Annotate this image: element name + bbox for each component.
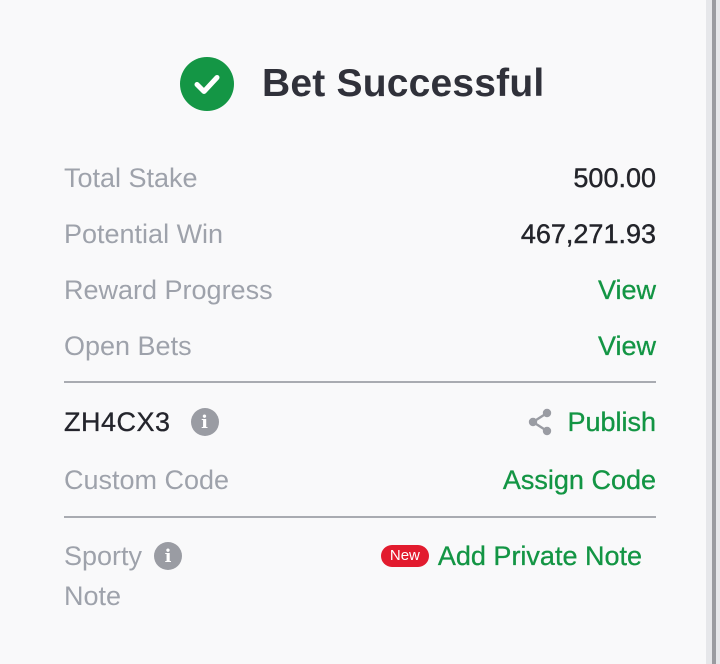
potential-win-label: Potential Win xyxy=(64,218,224,249)
add-private-note-label: Add Private Note xyxy=(437,540,642,571)
info-icon[interactable]: i xyxy=(190,408,219,436)
potential-win-value: 467,271.93 xyxy=(520,218,657,249)
info-icon[interactable]: i xyxy=(154,542,183,570)
sporty-note-label-line2: Note xyxy=(64,580,122,611)
check-circle-icon xyxy=(180,57,234,111)
bet-success-panel: Bet Successful Total Stake 500.00 Potent… xyxy=(0,0,706,664)
sporty-note-label-line1: Sporty xyxy=(64,540,143,571)
publish-button[interactable]: Publish xyxy=(525,406,656,438)
scrollbar[interactable] xyxy=(712,0,716,664)
divider xyxy=(64,516,656,518)
potential-win-row: Potential Win 467,271.93 xyxy=(64,214,656,254)
share-icon xyxy=(525,407,555,437)
reward-progress-row: Reward Progress View xyxy=(64,270,656,310)
open-bets-label: Open Bets xyxy=(64,330,192,361)
add-private-note-button[interactable]: New Add Private Note xyxy=(380,536,642,576)
open-bets-row: Open Bets View xyxy=(64,326,656,366)
custom-code-label: Custom Code xyxy=(64,464,230,495)
open-bets-view-link[interactable]: View xyxy=(598,330,656,362)
new-badge: New xyxy=(380,545,429,567)
total-stake-row: Total Stake 500.00 xyxy=(64,158,656,198)
booking-code: ZH4CX3 xyxy=(64,406,171,437)
page-title: Bet Successful xyxy=(262,62,545,105)
assign-code-link[interactable]: Assign Code xyxy=(503,464,656,496)
custom-code-row: Custom Code Assign Code xyxy=(64,460,656,500)
booking-code-row: ZH4CX3 i Publish xyxy=(64,402,656,442)
bet-success-header: Bet Successful xyxy=(180,56,544,112)
divider xyxy=(64,381,656,383)
sporty-note-label-group: Sporty i Note xyxy=(64,536,183,616)
publish-label: Publish xyxy=(567,406,656,437)
reward-progress-label: Reward Progress xyxy=(64,274,273,305)
booking-code-group: ZH4CX3 i xyxy=(64,406,219,438)
total-stake-label: Total Stake xyxy=(64,162,198,193)
reward-progress-view-link[interactable]: View xyxy=(598,274,656,306)
total-stake-value: 500.00 xyxy=(573,162,656,193)
